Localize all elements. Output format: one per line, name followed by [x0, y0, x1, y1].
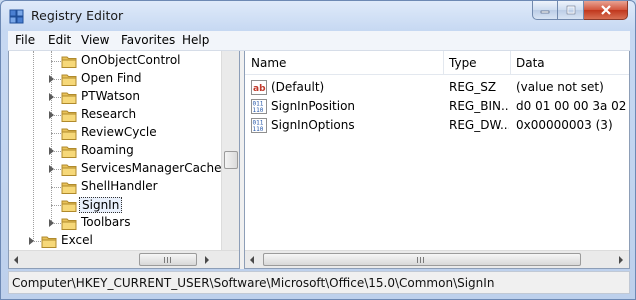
- folder-icon: [61, 164, 77, 176]
- tree-item-label: OnObjectControl: [81, 53, 181, 67]
- column-name[interactable]: Name: [251, 56, 286, 70]
- tree-item-label: PTWatson: [81, 89, 140, 103]
- tree-horizontal-scroll-thumb[interactable]: [139, 253, 197, 266]
- column-data[interactable]: Data: [516, 56, 545, 70]
- list-item[interactable]: 011 110 SignInPosition REG_BIN... d0 01 …: [245, 97, 629, 116]
- value-data: (value not set): [516, 80, 604, 94]
- value-name: (Default): [271, 80, 325, 94]
- title-bar[interactable]: Registry Editor: [1, 1, 635, 31]
- tree-item[interactable]: Research: [9, 106, 219, 124]
- folder-icon: [61, 74, 77, 86]
- expand-arrow-icon[interactable]: [49, 147, 54, 155]
- list-horizontal-scroll-thumb[interactable]: [263, 253, 581, 266]
- tree-vertical-scroll-thumb[interactable]: [224, 151, 238, 169]
- folder-icon: [61, 146, 77, 158]
- menu-edit[interactable]: Edit: [48, 33, 71, 47]
- binary-value-icon: 011 110: [251, 118, 267, 133]
- tree-item[interactable]: ServicesManagerCache: [9, 160, 222, 178]
- value-data: d0 01 00 00 3a 02 00 0: [516, 99, 629, 113]
- menu-view[interactable]: View: [81, 33, 109, 47]
- tree-horizontal-scrollbar[interactable]: [9, 250, 239, 268]
- binary-value-icon: 011 110: [251, 99, 267, 114]
- expand-arrow-icon[interactable]: [49, 75, 54, 83]
- tree-item[interactable]: SignIn: [9, 196, 219, 214]
- expand-arrow-icon[interactable]: [49, 219, 54, 227]
- tree-item[interactable]: Toolbars: [9, 214, 219, 232]
- value-name: SignInPosition: [271, 99, 356, 113]
- menu-file[interactable]: File: [15, 33, 35, 47]
- folder-icon: [61, 128, 77, 140]
- maximize-button[interactable]: [558, 1, 584, 20]
- tree-vertical-scrollbar[interactable]: [221, 51, 239, 251]
- tree-item-label: Roaming: [81, 143, 134, 157]
- menu-help[interactable]: Help: [182, 33, 209, 47]
- tree-item-label: Excel: [61, 233, 93, 247]
- tree-item[interactable]: ShellHandler: [9, 178, 219, 196]
- svg-text:ab: ab: [253, 84, 266, 94]
- value-data: 0x00000003 (3): [516, 118, 613, 132]
- tree-item-label: Toolbars: [81, 215, 131, 229]
- minimize-button[interactable]: [532, 1, 558, 20]
- caption-buttons: [532, 1, 628, 21]
- folder-icon: [61, 182, 77, 194]
- tree-item-label: Open Find: [81, 71, 142, 85]
- folder-icon: [61, 56, 77, 68]
- string-value-icon: ab: [251, 80, 267, 95]
- tree-scroll-left-arrow-icon[interactable]: [14, 256, 18, 264]
- registry-path: Computer\HKEY_CURRENT_USER\Software\Micr…: [12, 276, 495, 290]
- list-scroll-right-arrow-icon[interactable]: [619, 256, 623, 264]
- list-scroll-left-arrow-icon[interactable]: [250, 256, 254, 264]
- value-type: REG_DW...: [449, 118, 509, 132]
- value-type: REG_SZ: [449, 80, 497, 94]
- tree-item[interactable]: Roaming: [9, 142, 219, 160]
- folder-icon: [41, 236, 57, 248]
- svg-text:110: 110: [253, 126, 264, 133]
- key-tree-pane[interactable]: OnObjectControl Open Find PTWatson Research…: [8, 51, 240, 269]
- values-list-pane[interactable]: Name Type Data ab (Default) REG_SZ (valu…: [244, 51, 630, 269]
- minimize-icon: [540, 10, 550, 14]
- list-horizontal-scrollbar[interactable]: [245, 250, 629, 268]
- registry-editor-window: Registry Editor File Edit View Favorites…: [0, 0, 636, 300]
- maximize-icon: [566, 5, 575, 15]
- expand-arrow-icon[interactable]: [49, 165, 54, 173]
- column-type[interactable]: Type: [449, 56, 477, 70]
- svg-text:110: 110: [253, 107, 264, 114]
- tree-item-label: ShellHandler: [81, 179, 158, 193]
- tree-item[interactable]: OnObjectControl: [9, 52, 219, 70]
- tree-item[interactable]: PTWatson: [9, 88, 219, 106]
- list-item[interactable]: 011 110 SignInOptions REG_DW... 0x000000…: [245, 116, 629, 135]
- folder-icon: [61, 110, 77, 122]
- folder-icon: [61, 92, 77, 104]
- client-area: OnObjectControl Open Find PTWatson Research…: [8, 51, 630, 269]
- expand-arrow-icon[interactable]: [29, 237, 34, 245]
- folder-icon: [61, 218, 77, 230]
- tree-scroll-right-arrow-icon[interactable]: [205, 256, 209, 264]
- folder-icon: [61, 200, 77, 212]
- close-icon: [600, 5, 611, 15]
- tree-item-label: ReviewCycle: [81, 125, 157, 139]
- tree-item[interactable]: Open Find: [9, 70, 219, 88]
- window-title: Registry Editor: [31, 8, 124, 23]
- value-type: REG_BIN...: [449, 99, 509, 113]
- registry-editor-icon: [9, 9, 24, 24]
- expand-arrow-icon[interactable]: [49, 111, 54, 119]
- list-item[interactable]: ab (Default) REG_SZ (value not set): [245, 78, 629, 97]
- tree-item-label-selected: SignIn: [79, 197, 123, 213]
- tree-item[interactable]: Excel: [9, 232, 219, 250]
- value-name: SignInOptions: [271, 118, 355, 132]
- column-header: Name Type Data: [245, 51, 629, 75]
- menu-bar: File Edit View Favorites Help: [8, 31, 630, 51]
- tree-item[interactable]: ReviewCycle: [9, 124, 219, 142]
- close-button[interactable]: [584, 1, 628, 20]
- expand-arrow-icon[interactable]: [49, 93, 54, 101]
- status-bar: Computer\HKEY_CURRENT_USER\Software\Micr…: [8, 271, 630, 294]
- tree-item-label: Research: [81, 107, 137, 121]
- menu-favorites[interactable]: Favorites: [121, 33, 175, 47]
- tree-item-label: ServicesManagerCache: [81, 161, 222, 175]
